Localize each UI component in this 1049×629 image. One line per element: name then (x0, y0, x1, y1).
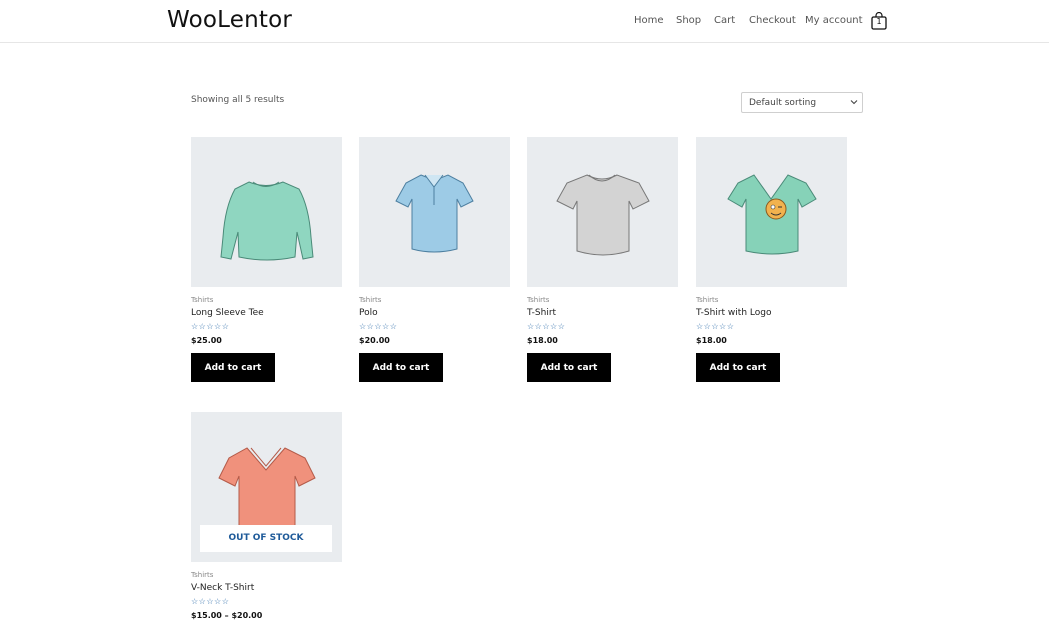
star-rating: ☆☆☆☆☆ (527, 322, 566, 331)
product-card: Tshirts Long Sleeve Tee ☆☆☆☆☆ $25.00 Add… (191, 137, 342, 382)
v-neck-t-shirt-image[interactable]: OUT OF STOCK (191, 412, 342, 562)
product-card: Tshirts Polo ☆☆☆☆☆ $20.00 Add to cart (359, 137, 510, 382)
product-category[interactable]: Tshirts (359, 296, 510, 304)
cart-icon[interactable]: 1 (871, 12, 887, 30)
nav-my-account[interactable]: My account (805, 15, 863, 26)
cart-count: 1 (876, 17, 882, 26)
product-price: $15.00 – $20.00 (191, 611, 263, 620)
t-shirt-image[interactable] (527, 137, 678, 287)
long-sleeve-tee-image[interactable] (191, 137, 342, 287)
t-shirt-with-logo-image[interactable] (696, 137, 847, 287)
add-to-cart-button[interactable]: Add to cart (359, 353, 443, 382)
product-category[interactable]: Tshirts (191, 571, 342, 579)
product-card: Tshirts T-Shirt with Logo ☆☆☆☆☆ $18.00 A… (696, 137, 847, 382)
add-to-cart-button[interactable]: Add to cart (191, 353, 275, 382)
product-category[interactable]: Tshirts (696, 296, 847, 304)
add-to-cart-button[interactable]: Add to cart (696, 353, 780, 382)
product-price: $18.00 (696, 336, 727, 345)
polo-shirt-image[interactable] (359, 137, 510, 287)
chevron-down-icon (850, 100, 858, 105)
product-card: OUT OF STOCK Tshirts V-Neck T-Shirt ☆☆☆☆… (191, 412, 342, 620)
nav-home[interactable]: Home (634, 15, 664, 26)
add-to-cart-button[interactable]: Add to cart (527, 353, 611, 382)
out-of-stock-badge: OUT OF STOCK (200, 525, 332, 552)
product-price: $18.00 (527, 336, 558, 345)
main-nav: Home Shop Cart Checkout My account (0, 15, 1049, 29)
nav-cart[interactable]: Cart (714, 15, 735, 26)
product-card: Tshirts T-Shirt ☆☆☆☆☆ $18.00 Add to cart (527, 137, 678, 382)
nav-shop[interactable]: Shop (676, 15, 701, 26)
sort-select[interactable]: Default sorting (741, 92, 863, 113)
site-header: WooLentor Home Shop Cart Checkout My acc… (0, 0, 1049, 43)
product-title[interactable]: T-Shirt (527, 308, 678, 318)
sort-selected-value: Default sorting (749, 98, 817, 108)
product-category[interactable]: Tshirts (527, 296, 678, 304)
product-title[interactable]: Long Sleeve Tee (191, 308, 342, 318)
product-price: $20.00 (359, 336, 390, 345)
results-count: Showing all 5 results (191, 95, 285, 105)
star-rating: ☆☆☆☆☆ (359, 322, 398, 331)
product-price: $25.00 (191, 336, 222, 345)
star-rating: ☆☆☆☆☆ (191, 322, 230, 331)
star-rating: ☆☆☆☆☆ (191, 597, 230, 606)
product-title[interactable]: T-Shirt with Logo (696, 308, 847, 318)
product-title[interactable]: V-Neck T-Shirt (191, 583, 342, 593)
product-category[interactable]: Tshirts (191, 296, 342, 304)
star-rating: ☆☆☆☆☆ (696, 322, 735, 331)
nav-checkout[interactable]: Checkout (749, 15, 796, 26)
product-title[interactable]: Polo (359, 308, 510, 318)
